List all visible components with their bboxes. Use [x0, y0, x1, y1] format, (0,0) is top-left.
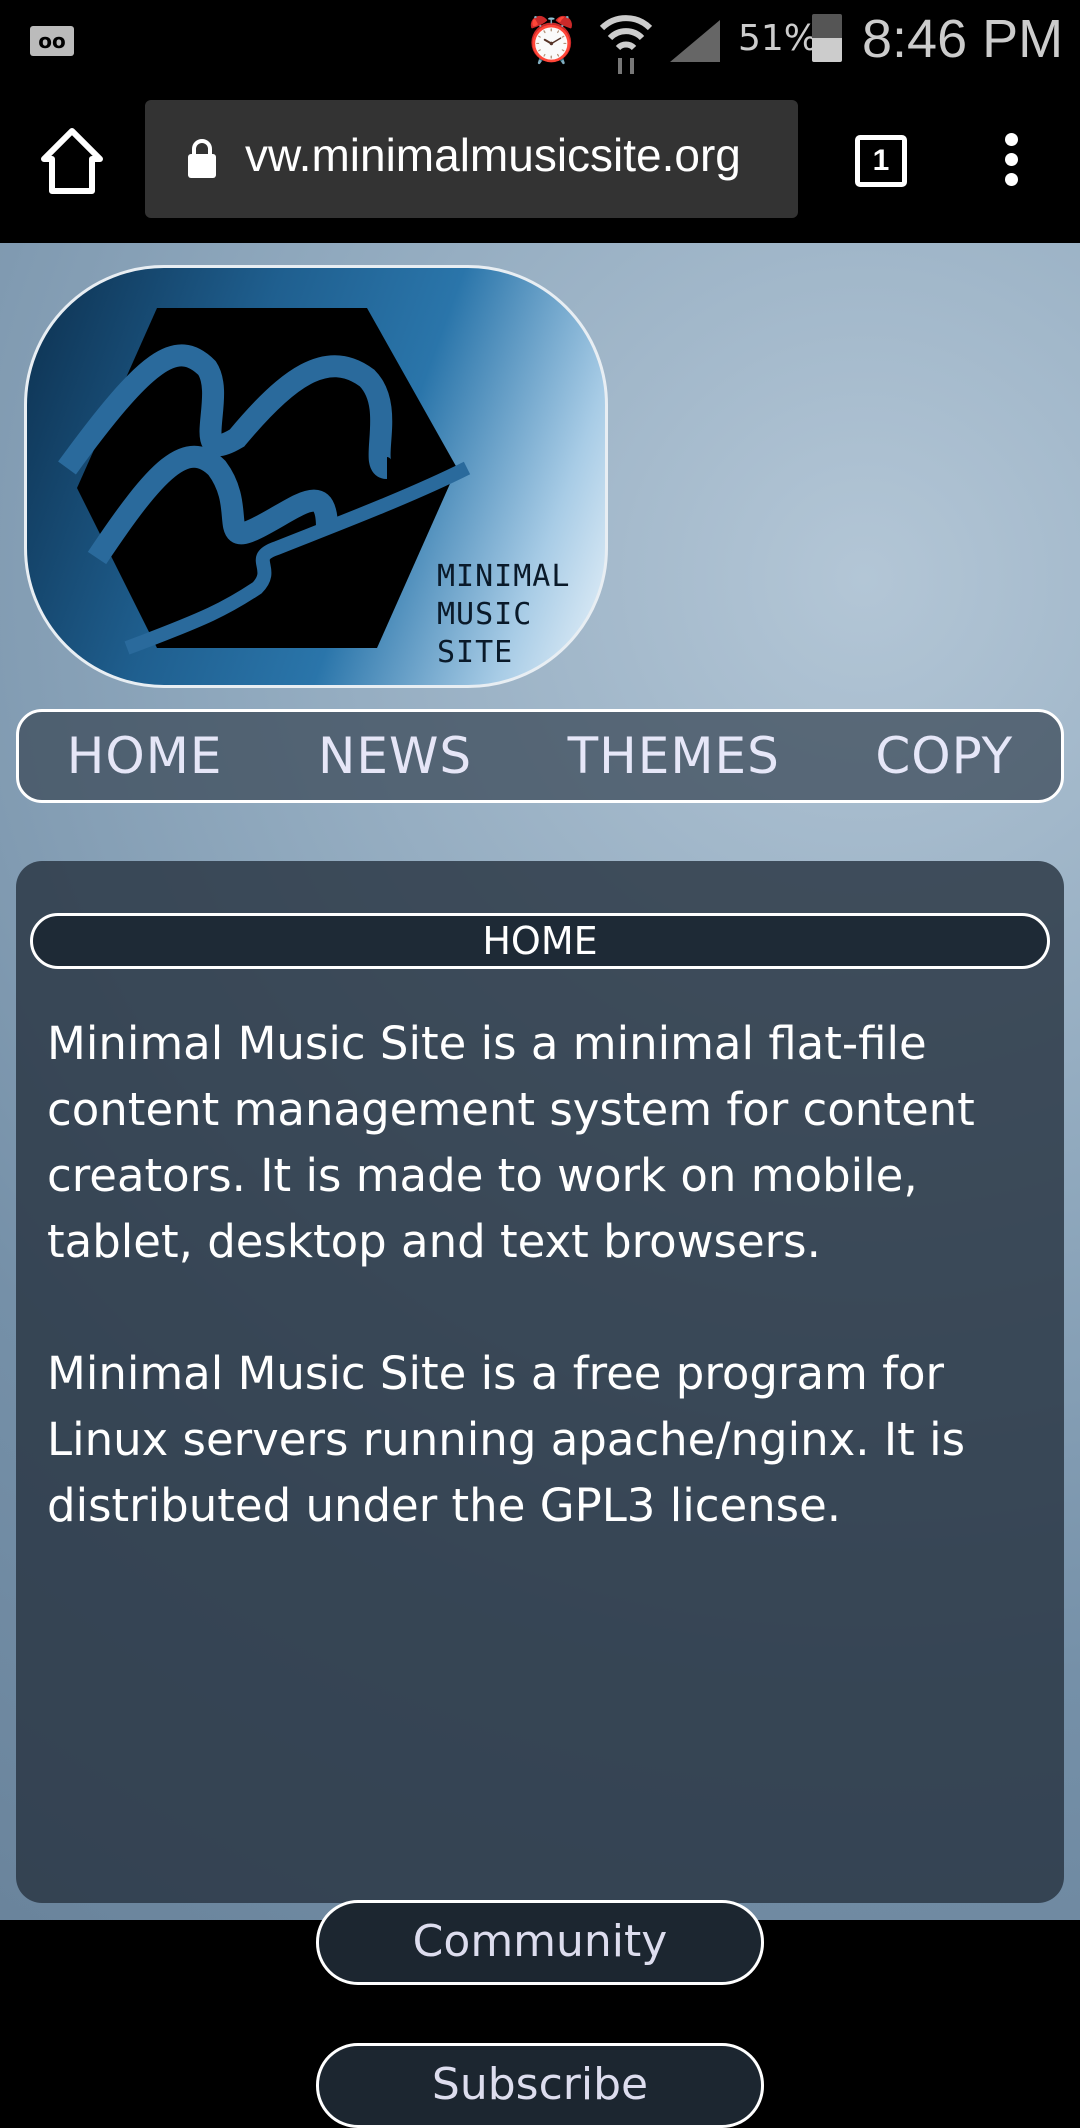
nav-news[interactable]: NEWS [318, 727, 472, 785]
community-button[interactable]: Community [316, 1900, 764, 1985]
browser-toolbar: vw.minimalmusicsite.org 1 [0, 95, 1080, 243]
signal-icon [670, 20, 720, 62]
status-bar: oo ⏰ 51% 8:46 PM [0, 0, 1080, 95]
content-panel: HOME Minimal Music Site is a minimal fla… [16, 861, 1064, 2128]
intro-paragraph: Minimal Music Site is a minimal flat-fil… [47, 1017, 975, 1268]
clock: 8:46 PM [862, 9, 1064, 69]
home-button[interactable] [40, 127, 104, 197]
subscribe-button[interactable]: Subscribe [316, 2043, 764, 2128]
battery-percent: 51% [738, 18, 819, 59]
url-text: vw.minimalmusicsite.org [245, 129, 741, 181]
home-icon [41, 128, 103, 194]
voicemail-icon: oo [30, 26, 74, 56]
menu-dot-icon [1004, 133, 1018, 146]
tab-switcher-button[interactable]: 1 [855, 135, 907, 187]
nav-home[interactable]: HOME [67, 727, 223, 785]
logo-line: MINIMAL [437, 559, 571, 594]
logo-line: MUSIC [437, 597, 533, 632]
nav-themes[interactable]: THEMES [568, 727, 780, 785]
site-logo[interactable]: MINIMAL MUSIC SITE [24, 265, 608, 688]
menu-dot-icon [1004, 153, 1018, 166]
logo-line: SITE [437, 635, 514, 670]
wifi-icon [598, 10, 654, 87]
logo-text: MINIMAL MUSIC SITE [437, 558, 570, 672]
overflow-menu-button[interactable] [998, 133, 1024, 193]
url-bar[interactable]: vw.minimalmusicsite.org [145, 100, 798, 218]
page-title: HOME [30, 913, 1050, 969]
battery-icon [812, 14, 842, 62]
alarm-icon: ⏰ [524, 15, 579, 66]
menu-dot-icon [1004, 173, 1018, 186]
web-page: MINIMAL MUSIC SITE HOME NEWS THEMES COPY… [0, 243, 1080, 2128]
license-paragraph: Minimal Music Site is a free program for… [47, 1347, 966, 1532]
main-nav: HOME NEWS THEMES COPY [16, 709, 1064, 803]
nav-copy[interactable]: COPY [875, 727, 1013, 785]
lock-icon [188, 139, 216, 178]
